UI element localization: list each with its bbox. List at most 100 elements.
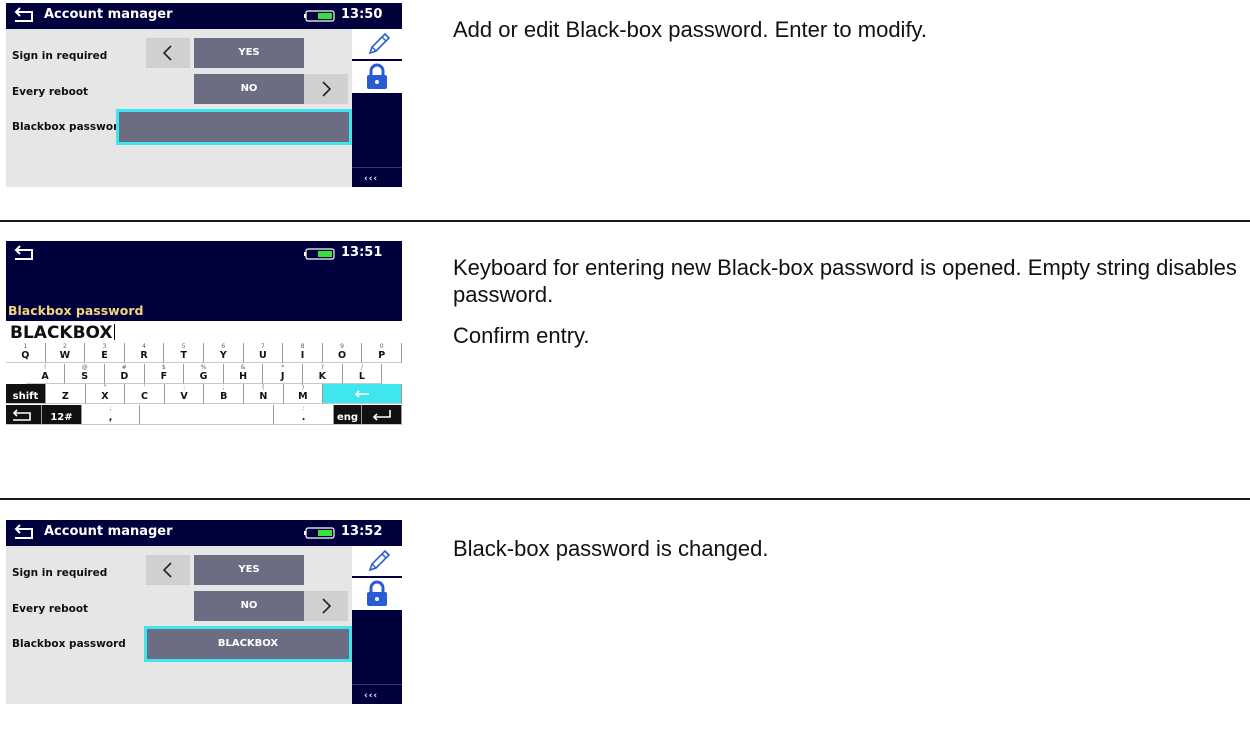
- key-label: Y: [219, 350, 227, 361]
- key-label: O: [338, 350, 347, 361]
- key-secondary-label: 2: [62, 343, 67, 350]
- next-value-button[interactable]: [304, 591, 348, 621]
- key-q[interactable]: 1Q: [6, 343, 46, 363]
- key-p[interactable]: 0P: [362, 343, 402, 363]
- key-g[interactable]: % G: [184, 363, 224, 384]
- key-label: E: [101, 350, 108, 361]
- key-secondary-label: 4: [142, 343, 146, 350]
- key-label: eng: [336, 411, 359, 423]
- right-sidebar: ‹‹‹: [352, 546, 402, 704]
- more-options-button[interactable]: ‹‹‹: [364, 174, 378, 184]
- edit-button[interactable]: [352, 546, 402, 576]
- key-secondary-label: %: [200, 363, 207, 371]
- symbols-key[interactable]: 12#: [42, 404, 82, 425]
- key-label: X: [101, 391, 109, 402]
- period-key[interactable]: :.: [274, 404, 334, 425]
- key-d[interactable]: # D: [105, 363, 145, 384]
- key-secondary-label: ;: [109, 404, 112, 412]
- chevron-left-icon: [162, 45, 172, 61]
- blackbox-password-field[interactable]: BLACKBOX: [144, 626, 352, 662]
- key-label: M: [298, 391, 308, 402]
- lock-button[interactable]: [352, 578, 402, 610]
- key-t[interactable]: 5T: [164, 343, 204, 363]
- key-label: shift: [12, 391, 39, 402]
- key-label: P: [378, 350, 386, 361]
- key-z[interactable]: Z: [46, 384, 86, 404]
- key-secondary-label: *: [281, 363, 285, 371]
- key-v[interactable]: :V: [164, 384, 205, 404]
- key-m[interactable]: ) M: [283, 384, 324, 404]
- key-x[interactable]: " X: [85, 384, 126, 404]
- setting-label-every-reboot: Every reboot: [12, 603, 89, 615]
- edit-button[interactable]: [352, 29, 402, 59]
- key-e[interactable]: 3E: [85, 343, 125, 363]
- key-i[interactable]: 8I: [283, 343, 323, 363]
- key-l[interactable]: / L: [342, 363, 383, 384]
- key-label: K: [318, 370, 326, 382]
- back-arrow-icon[interactable]: [12, 522, 38, 542]
- key-secondary-label: /: [360, 363, 363, 371]
- key-secondary-label: ": [103, 384, 107, 391]
- key-h[interactable]: & H: [223, 363, 264, 384]
- next-value-button[interactable]: [304, 74, 348, 104]
- setting-label-sign-in: Sign in required: [12, 567, 108, 579]
- key-n[interactable]: (N: [244, 384, 284, 404]
- keyboard-back-key[interactable]: [6, 404, 42, 425]
- description-text: Keyboard for entering new Black-box pass…: [453, 255, 1237, 307]
- space-key[interactable]: [140, 404, 274, 425]
- key-j[interactable]: * J: [263, 363, 303, 384]
- key-y[interactable]: 6Y: [204, 343, 244, 363]
- key-f[interactable]: $ F: [144, 363, 185, 384]
- back-arrow-icon[interactable]: [12, 5, 38, 25]
- enter-key[interactable]: [362, 404, 402, 425]
- blackbox-password-field[interactable]: [116, 109, 352, 145]
- key-a[interactable]: ! A: [25, 363, 66, 384]
- setting-label-blackbox-password: Blackbox password: [12, 121, 126, 133]
- text-entry-field[interactable]: BLACKBOX: [6, 321, 402, 343]
- key-label: D: [120, 370, 129, 382]
- back-arrow-icon[interactable]: [12, 243, 38, 263]
- more-options-button[interactable]: ‹‹‹: [364, 691, 378, 701]
- comma-key[interactable]: ;,: [82, 404, 140, 425]
- enter-icon: [372, 409, 391, 421]
- key-b[interactable]: ; B: [204, 384, 244, 404]
- clock: 13:50: [341, 7, 383, 22]
- sign-in-value[interactable]: YES: [194, 555, 304, 585]
- language-key[interactable]: eng: [334, 404, 362, 425]
- description-text: Add or edit Black-box password. Enter to…: [453, 17, 928, 42]
- every-reboot-value[interactable]: NO: [194, 74, 304, 104]
- pencil-icon: [368, 549, 391, 572]
- key-secondary-label: :: [302, 404, 305, 412]
- description-text: Black-box password is changed.: [453, 536, 769, 561]
- every-reboot-value[interactable]: NO: [194, 591, 304, 621]
- key-o[interactable]: 9O: [322, 343, 363, 363]
- shift-key[interactable]: shift: [6, 384, 46, 404]
- key-c[interactable]: ' C: [125, 384, 165, 404]
- key-secondary-label: @: [81, 363, 88, 371]
- backspace-key[interactable]: [323, 384, 402, 404]
- key-u[interactable]: 7U: [243, 343, 284, 363]
- title-bar: Account manager 13:52: [6, 520, 402, 546]
- prev-value-button[interactable]: [146, 555, 190, 585]
- key-label: Q: [21, 350, 30, 361]
- key-secondary-label: ?: [320, 363, 324, 371]
- key-s[interactable]: @ S: [65, 363, 105, 384]
- key-w[interactable]: 2W: [45, 343, 86, 363]
- prev-value-button[interactable]: [146, 38, 190, 68]
- key-secondary-label: 7: [260, 343, 265, 350]
- battery-icon: [304, 527, 335, 539]
- key-label: U: [259, 350, 267, 361]
- sign-in-value[interactable]: YES: [194, 38, 304, 68]
- key-secondary-label: $: [161, 363, 166, 371]
- key-k[interactable]: ? K: [303, 363, 343, 384]
- key-r[interactable]: 4R: [124, 343, 165, 363]
- key-secondary-label: #: [121, 363, 127, 371]
- chevron-left-icon: [162, 562, 172, 578]
- key-secondary-label: (: [262, 384, 265, 391]
- title-area: 13:51 Blackbox password: [6, 241, 402, 321]
- lock-icon: [367, 580, 387, 606]
- setting-label-sign-in: Sign in required: [12, 50, 108, 62]
- description-text: Confirm entry.: [453, 323, 590, 348]
- pencil-icon: [368, 32, 391, 55]
- lock-button[interactable]: [352, 61, 402, 93]
